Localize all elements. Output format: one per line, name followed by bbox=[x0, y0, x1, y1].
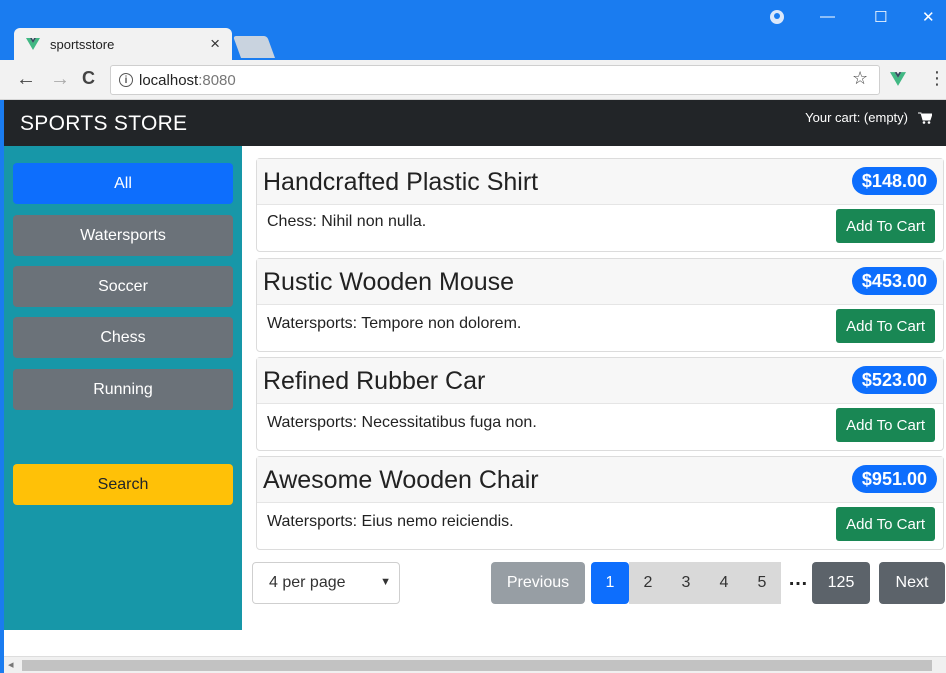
page-button-2[interactable]: 2 bbox=[629, 562, 667, 604]
forward-icon[interactable]: → bbox=[50, 68, 70, 91]
next-page-button[interactable]: Next bbox=[879, 562, 945, 604]
price-badge: $148.00 bbox=[851, 167, 937, 195]
product-card-header: Rustic Wooden Mouse $453.00 bbox=[257, 259, 943, 305]
back-icon[interactable]: ← bbox=[16, 68, 36, 91]
category-button-all[interactable]: All bbox=[13, 163, 233, 204]
browser-tab[interactable]: sportsstore × bbox=[14, 28, 232, 60]
scrollbar-thumb[interactable] bbox=[22, 660, 932, 671]
product-description: Chess: Nihil non nulla. bbox=[267, 213, 427, 230]
product-card: Rustic Wooden Mouse $453.00 Watersports:… bbox=[256, 258, 944, 352]
tab-title: sportsstore bbox=[50, 36, 115, 52]
new-tab-button[interactable] bbox=[232, 36, 276, 58]
reload-icon[interactable]: C bbox=[82, 68, 95, 89]
cart-text: Your cart: (empty) bbox=[805, 110, 908, 125]
category-button-running[interactable]: Running bbox=[13, 369, 233, 410]
category-button-chess[interactable]: Chess bbox=[13, 317, 233, 358]
close-window-icon[interactable]: ✕ bbox=[922, 8, 935, 26]
product-name: Handcrafted Plastic Shirt bbox=[263, 168, 539, 196]
account-icon[interactable] bbox=[770, 10, 784, 24]
product-name: Refined Rubber Car bbox=[263, 367, 486, 395]
product-description: Watersports: Necessitatibus fuga non. bbox=[267, 414, 537, 431]
product-card-header: Handcrafted Plastic Shirt $148.00 bbox=[257, 159, 943, 205]
product-card: Refined Rubber Car $523.00 Watersports: … bbox=[256, 357, 944, 451]
page-button-3[interactable]: 3 bbox=[667, 562, 705, 604]
product-name: Rustic Wooden Mouse bbox=[263, 268, 515, 296]
product-card: Awesome Wooden Chair $951.00 Watersports… bbox=[256, 456, 944, 550]
vue-logo-icon bbox=[26, 38, 40, 50]
dropdown-caret-icon: ▼ bbox=[380, 576, 391, 588]
last-page-button[interactable]: 125 bbox=[812, 562, 870, 604]
cart-summary[interactable]: Your cart: (empty) bbox=[805, 110, 932, 125]
add-to-cart-button[interactable]: Add To Cart bbox=[836, 209, 935, 243]
scroll-left-icon[interactable]: ◂ bbox=[8, 658, 14, 671]
category-sidebar: All Watersports Soccer Chess Running Sea… bbox=[4, 146, 242, 630]
price-badge: $453.00 bbox=[851, 267, 937, 295]
app-navbar: SPORTS STORE Your cart: (empty) bbox=[4, 100, 946, 146]
page-button-5[interactable]: 5 bbox=[743, 562, 781, 604]
page-button-1[interactable]: 1 bbox=[591, 562, 629, 604]
product-description: Watersports: Eius nemo reiciendis. bbox=[267, 513, 514, 530]
product-name: Awesome Wooden Chair bbox=[263, 466, 539, 494]
page-button-4[interactable]: 4 bbox=[705, 562, 743, 604]
search-button[interactable]: Search bbox=[13, 464, 233, 505]
shopping-cart-icon bbox=[918, 112, 932, 124]
info-icon[interactable]: i bbox=[119, 73, 133, 87]
price-badge: $951.00 bbox=[851, 465, 937, 493]
add-to-cart-button[interactable]: Add To Cart bbox=[836, 408, 935, 442]
minimize-icon[interactable]: — bbox=[820, 8, 835, 25]
vue-devtools-icon[interactable] bbox=[890, 72, 906, 86]
page-size-select[interactable]: 4 per page ▼ bbox=[252, 562, 400, 604]
url-port: :8080 bbox=[198, 71, 236, 89]
add-to-cart-button[interactable]: Add To Cart bbox=[836, 507, 935, 541]
url-host: localhost bbox=[139, 71, 199, 89]
tab-close-icon[interactable]: × bbox=[210, 34, 220, 54]
maximize-icon[interactable]: ☐ bbox=[874, 8, 887, 26]
product-card: Handcrafted Plastic Shirt $148.00 Chess:… bbox=[256, 158, 944, 252]
browser-toolbar: ← → C i localhost:8080 ☆ ⋮ bbox=[0, 60, 946, 100]
pagination-ellipsis: … bbox=[788, 568, 808, 590]
previous-page-button[interactable]: Previous bbox=[491, 562, 585, 604]
product-description: Watersports: Tempore non dolorem. bbox=[267, 315, 522, 332]
horizontal-scrollbar[interactable]: ◂ bbox=[4, 656, 946, 673]
category-button-soccer[interactable]: Soccer bbox=[13, 266, 233, 307]
browser-title-bar: sportsstore × — ☐ ✕ bbox=[0, 0, 946, 60]
price-badge: $523.00 bbox=[851, 366, 937, 394]
add-to-cart-button[interactable]: Add To Cart bbox=[836, 309, 935, 343]
browser-menu-icon[interactable]: ⋮ bbox=[928, 68, 946, 89]
bookmark-star-icon[interactable]: ☆ bbox=[852, 68, 868, 89]
product-card-header: Awesome Wooden Chair $951.00 bbox=[257, 457, 943, 503]
brand-title: SPORTS STORE bbox=[20, 112, 188, 135]
page-size-value: 4 per page bbox=[269, 574, 346, 591]
address-bar[interactable]: i localhost:8080 bbox=[110, 65, 880, 95]
category-button-watersports[interactable]: Watersports bbox=[13, 215, 233, 256]
product-card-header: Refined Rubber Car $523.00 bbox=[257, 358, 943, 404]
